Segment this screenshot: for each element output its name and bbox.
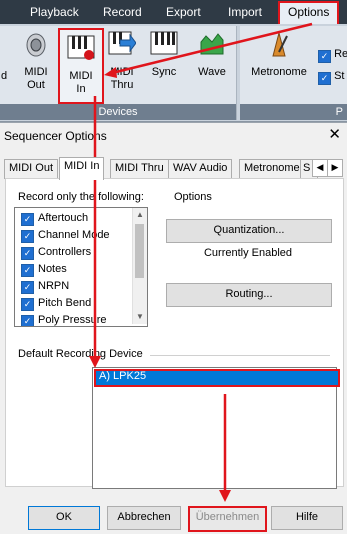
apply-button[interactable]: Übernehmen — [188, 506, 267, 532]
menu-record[interactable]: Record — [103, 0, 142, 24]
checkbox-icon[interactable]: ✓ — [21, 315, 34, 326]
menu-playback[interactable]: Playback — [30, 0, 79, 24]
midi-thru-label: MIDI Thru — [110, 66, 134, 91]
checkbox-icon[interactable]: ✓ — [21, 264, 34, 277]
menu-export[interactable]: Export — [166, 0, 201, 24]
checkbox-icon[interactable]: ✓ — [21, 230, 34, 243]
metronome-icon — [272, 31, 288, 57]
midi-in-icon — [67, 35, 95, 60]
checkbox-icon: ✓ — [318, 50, 331, 63]
tab-midi-in[interactable]: MIDI In — [59, 157, 105, 180]
scroll-down-icon[interactable]: ▼ — [133, 310, 147, 324]
menu-bar: Playback Record Export Import Options — [0, 0, 347, 27]
list-item-label: Poly Pressure — [38, 314, 107, 326]
cancel-button[interactable]: Abbrechen — [107, 506, 181, 530]
list-item-label: Notes — [38, 263, 67, 275]
section-divider — [150, 355, 330, 356]
midi-in-label: MIDI In — [69, 70, 93, 95]
tab-scroll-right-icon[interactable]: ▶ — [327, 159, 343, 177]
options-label: Options — [174, 191, 212, 203]
midi-out-button[interactable]: MIDI Out — [18, 30, 54, 92]
speaker-icon — [26, 33, 46, 57]
checkbox-icon[interactable]: ✓ — [21, 281, 34, 294]
quantization-status: Currently Enabled — [203, 247, 293, 259]
tab-wav-audio[interactable]: WAV Audio — [168, 159, 233, 179]
device-item-selected[interactable]: A) LPK25 — [94, 369, 340, 387]
midi-thru-icon — [108, 31, 137, 55]
sequencer-options-dialog: Sequencer Options ✕ MIDI Out MIDI In MID… — [0, 122, 347, 534]
recording-device-list[interactable]: A) LPK25 — [92, 367, 340, 489]
scroll-thumb[interactable] — [135, 224, 144, 278]
checkbox-icon: ✓ — [318, 72, 331, 85]
routing-button[interactable]: Routing... — [166, 283, 332, 307]
option-check-1[interactable]: ✓ Re — [318, 48, 347, 63]
quantization-button[interactable]: Quantization... — [166, 219, 332, 243]
option-check-2[interactable]: ✓ St — [318, 70, 345, 85]
help-button[interactable]: Hilfe — [271, 506, 343, 530]
scroll-up-icon[interactable]: ▲ — [133, 208, 147, 222]
sync-label: Sync — [151, 66, 177, 78]
metronome-button[interactable]: Metronome — [244, 30, 314, 79]
midi-out-label: MIDI Out — [24, 66, 48, 91]
checkbox-icon[interactable]: ✓ — [21, 213, 34, 226]
close-icon[interactable]: ✕ — [328, 125, 341, 143]
list-item-label: Channel Mode — [38, 229, 110, 241]
checkbox-icon[interactable]: ✓ — [21, 298, 34, 311]
devices-group-label: Devices — [0, 104, 236, 120]
wave-label: Wave — [198, 66, 226, 78]
devices-group: d MIDI Out MIDI In MIDI Thru Sync Wave D… — [0, 26, 237, 120]
tab-metronome[interactable]: Metronome — [239, 159, 305, 179]
tab-midi-thru[interactable]: MIDI Thru — [110, 159, 169, 179]
menu-import[interactable]: Import — [228, 0, 262, 24]
checkbox-icon[interactable]: ✓ — [21, 247, 34, 260]
option-check-1-label: Re — [334, 48, 347, 60]
tab-scroll-left-icon[interactable]: ◀ — [312, 159, 328, 177]
wave-button[interactable]: Wave — [192, 30, 232, 79]
dialog-title: Sequencer Options — [4, 129, 107, 143]
midi-thru-button[interactable]: MIDI Thru — [104, 30, 140, 92]
list-item-label: NRPN — [38, 280, 70, 292]
list-item-label: Pitch Bend — [38, 297, 92, 309]
options-group: Metronome ✓ Re ✓ St P — [240, 26, 347, 120]
wave-icon — [200, 33, 224, 55]
ribbon: d MIDI Out MIDI In MIDI Thru Sync Wave D… — [0, 24, 347, 122]
option-check-2-label: St — [334, 70, 345, 82]
sync-icon — [150, 31, 178, 55]
list-scrollbar[interactable]: ▲ ▼ — [132, 208, 147, 324]
ok-button[interactable]: OK — [28, 506, 100, 530]
record-filter-list[interactable]: ✓ Aftertouch ✓ Channel Mode ✓ Controller… — [14, 207, 148, 327]
options-group-label: P — [240, 104, 347, 120]
default-device-label: Default Recording Device — [18, 348, 143, 360]
partial-button-label: d — [0, 70, 8, 82]
list-item-label: Controllers — [38, 246, 92, 258]
metronome-label: Metronome — [251, 66, 307, 78]
sync-button[interactable]: Sync — [144, 30, 184, 79]
list-item-label: Aftertouch — [38, 212, 89, 224]
tab-midi-out[interactable]: MIDI Out — [4, 159, 59, 179]
record-only-label: Record only the following: — [18, 191, 144, 203]
midi-in-button[interactable]: MIDI In — [58, 28, 104, 104]
